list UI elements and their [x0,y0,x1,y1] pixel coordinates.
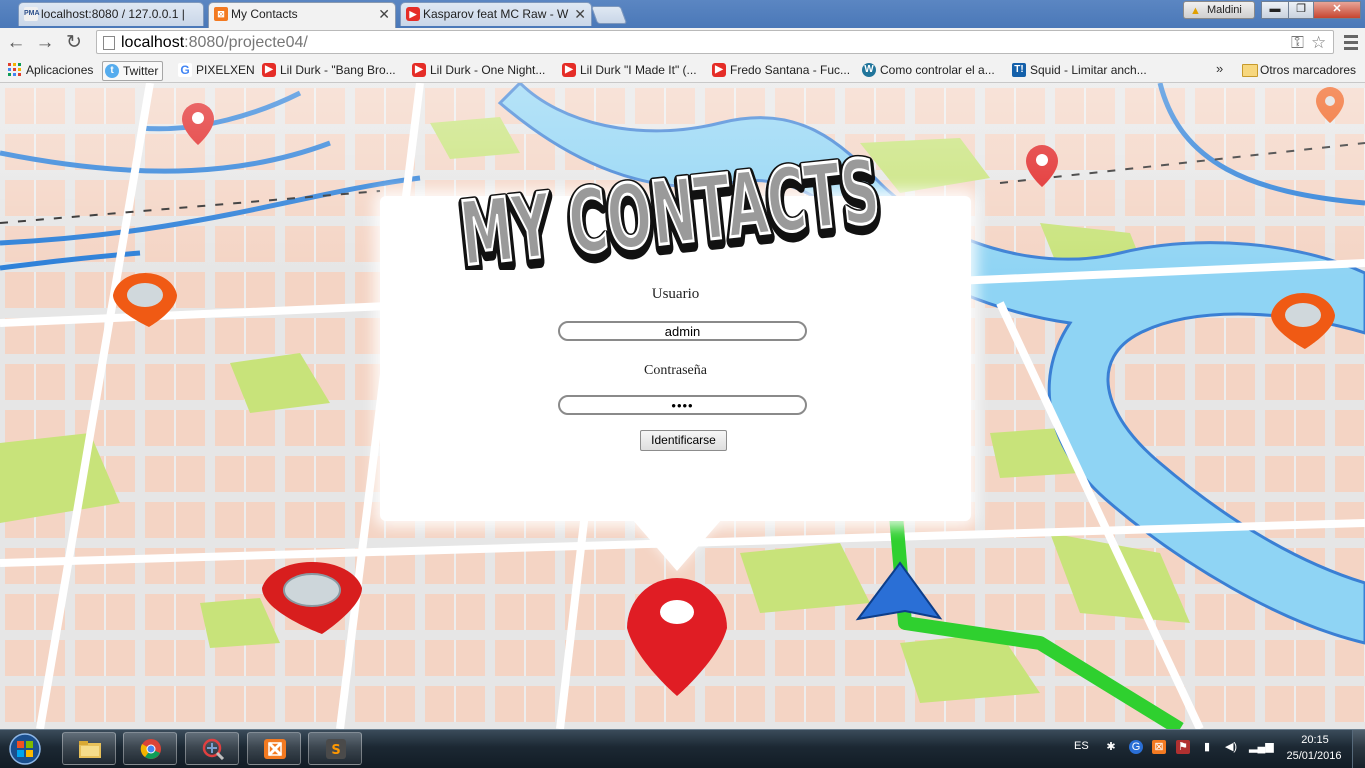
bookmark-label: PIXELXEN [196,63,255,77]
bookmark-label: Otros marcadores [1260,63,1357,77]
browser-toolbar: ← → ↻ localhost:8080/projecte04/ ⚿ ☆ [0,28,1365,58]
forward-button[interactable]: → [33,31,57,55]
youtube-icon: ▶ [712,63,726,77]
language-indicator[interactable]: ES [1074,740,1089,752]
page-icon [103,36,115,50]
taskbar-file-explorer[interactable] [62,732,116,765]
chrome-icon [140,739,161,759]
close-tab-icon[interactable]: ✕ [574,3,586,25]
volume-icon[interactable]: ◀) [1224,740,1238,754]
xampp-icon [264,739,286,759]
tab-title: localhost:8080 / 127.0.0.1 | [41,7,185,21]
address-bar[interactable]: localhost:8080/projecte04/ ⚿ ☆ [96,30,1334,54]
power-icon[interactable]: ▮ [1200,740,1214,754]
reload-icon: ↻ [66,32,82,53]
bookmark-wordpress[interactable]: W Como controlar el a... [860,61,995,79]
my-contacts-logo: MY CONTACTS MY CONTACTS [449,136,891,270]
arrow-right-icon: → [35,32,55,53]
bookmark-label: Twitter [123,64,159,78]
close-window-button[interactable]: ✕ [1313,1,1361,19]
google-icon: G [178,63,192,77]
reload-button[interactable]: ↻ [62,31,86,55]
page-content: MY CONTACTS MY CONTACTS Usuario Contrase… [0,83,1365,729]
network-status-icon[interactable]: G [1129,740,1143,754]
start-button[interactable] [3,731,47,767]
show-desktop-button[interactable] [1352,730,1365,768]
signal-icon[interactable]: ▂▄▆ [1249,740,1274,754]
windows-taskbar: S ES ✱ G ⊠ ⚑ ▮ ◀) ▂▄▆ 20:15 25/01/2016 [0,729,1365,768]
file-explorer-icon [79,741,101,758]
sublime-text-icon: S [326,739,346,759]
taskbar-chrome[interactable] [123,732,177,765]
new-tab-button[interactable] [590,6,628,24]
tab-title: My Contacts [231,7,298,21]
bookmark-squid[interactable]: T! Squid - Limitar anch... [1010,61,1147,79]
arrow-left-icon: ← [6,32,26,53]
password-label: Contraseña [644,363,707,378]
taskbar-xampp[interactable] [247,732,301,765]
tab-youtube[interactable]: ▶ Kasparov feat MC Raw - W ✕ [400,2,592,26]
bookmark-lil-durk-1[interactable]: ▶ Lil Durk - "Bang Bro... [260,61,396,79]
bookmarks-bar: Aplicaciones t Twitter G PIXELXEN ▶ Lil … [0,58,1365,83]
tab-title: Kasparov feat MC Raw - W [423,7,569,21]
minimize-button[interactable]: ▬ [1261,1,1289,19]
xampp-tray-icon[interactable]: ⊠ [1152,740,1166,754]
clock-date[interactable]: 25/01/2016 [1278,750,1350,762]
bookmark-label: Lil Durk - "Bang Bro... [280,63,396,77]
username-field[interactable] [558,321,807,341]
taskbar-network-tool[interactable] [185,732,239,765]
twitter-icon: t [105,64,119,78]
wordpress-icon: W [862,63,876,77]
bookmark-lil-durk-2[interactable]: ▶ Lil Durk - One Night... [410,61,545,79]
network-tool-icon [202,738,225,760]
phpmyadmin-icon: PMA [24,7,40,21]
url-host: localhost [121,34,185,51]
bookmark-label: Aplicaciones [26,63,94,77]
youtube-icon: ▶ [406,7,420,21]
profile-name: Maldini [1207,4,1242,16]
bookmark-label: Fredo Santana - Fuc... [730,63,851,77]
close-tab-icon[interactable]: ✕ [378,3,390,25]
xampp-icon: ⊠ [214,7,228,21]
menu-button[interactable] [1342,32,1360,54]
url-text: localhost:8080/projecte04/ [121,33,308,53]
bookmark-label: Como controlar el a... [880,63,995,77]
youtube-icon: ▶ [262,63,276,77]
username-label: Usuario [651,286,700,302]
profile-button[interactable]: ▲ Maldini [1183,1,1255,19]
star-icon[interactable]: ☆ [1311,33,1326,53]
browser-tab-strip: PMA localhost:8080 / 127.0.0.1 | ⊠ My Co… [0,0,1365,28]
login-button[interactable]: Identificarse [640,430,727,451]
bookmark-label: Lil Durk - One Night... [430,63,546,77]
bookmark-fredo-santana[interactable]: ▶ Fredo Santana - Fuc... [710,61,850,79]
svg-text:S: S [331,743,340,758]
warning-icon: ▲ [1190,5,1201,17]
bookmark-pixelxen[interactable]: G PIXELXEN [176,61,255,79]
back-button[interactable]: ← [4,31,28,55]
bluetooth-icon[interactable]: ✱ [1104,740,1118,754]
password-field[interactable] [558,395,807,415]
restore-button[interactable]: ❐ [1288,1,1314,19]
bookmark-label: Lil Durk "I Made It" (... [580,63,697,77]
bookmark-label: Squid - Limitar anch... [1030,63,1147,77]
taskbar-sublime-text[interactable]: S [308,732,362,765]
youtube-icon: ▶ [562,63,576,77]
key-icon[interactable]: ⚿ [1291,33,1304,53]
action-center-icon[interactable]: ⚑ [1176,740,1190,754]
youtube-icon: ▶ [412,63,426,77]
t-icon: T! [1012,63,1026,77]
tab-my-contacts[interactable]: ⊠ My Contacts ✕ [208,2,396,28]
bookmark-other[interactable]: Otros marcadores [1240,61,1356,79]
url-path: :8080/projecte04/ [184,34,308,51]
tab-phpmyadmin[interactable]: PMA localhost:8080 / 127.0.0.1 | [18,2,204,26]
clock-time[interactable]: 20:15 [1290,734,1340,746]
bookmark-apps[interactable]: Aplicaciones [6,61,93,79]
speech-bubble-tail [632,519,722,571]
bookmarks-overflow-button[interactable]: » [1216,61,1223,76]
folder-icon [1242,64,1258,77]
bookmark-lil-durk-3[interactable]: ▶ Lil Durk "I Made It" (... [560,61,697,79]
apps-grid-icon [8,63,22,77]
bookmark-twitter[interactable]: t Twitter [102,61,164,81]
